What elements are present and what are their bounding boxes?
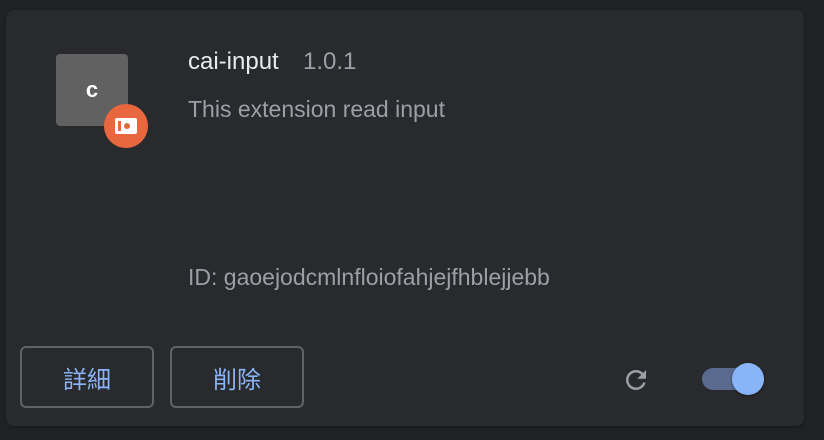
reload-icon[interactable]	[618, 362, 654, 398]
extension-icon-letter: c	[85, 77, 99, 102]
extension-name: cai-input	[188, 48, 279, 75]
extension-card: c cai-input 1.0.1 This extension read in…	[6, 10, 804, 426]
enable-toggle[interactable]	[702, 363, 764, 395]
details-button[interactable]: 詳細	[20, 346, 154, 408]
unpacked-extension-icon	[104, 104, 148, 148]
extension-id: ID: gaoejodcmlnfloiofahjejfhblejjebb	[188, 264, 550, 290]
remove-button[interactable]: 削除	[170, 346, 304, 408]
extension-description: This extension read input	[188, 96, 445, 122]
toggle-knob	[732, 363, 764, 395]
extension-version: 1.0.1	[303, 48, 357, 75]
